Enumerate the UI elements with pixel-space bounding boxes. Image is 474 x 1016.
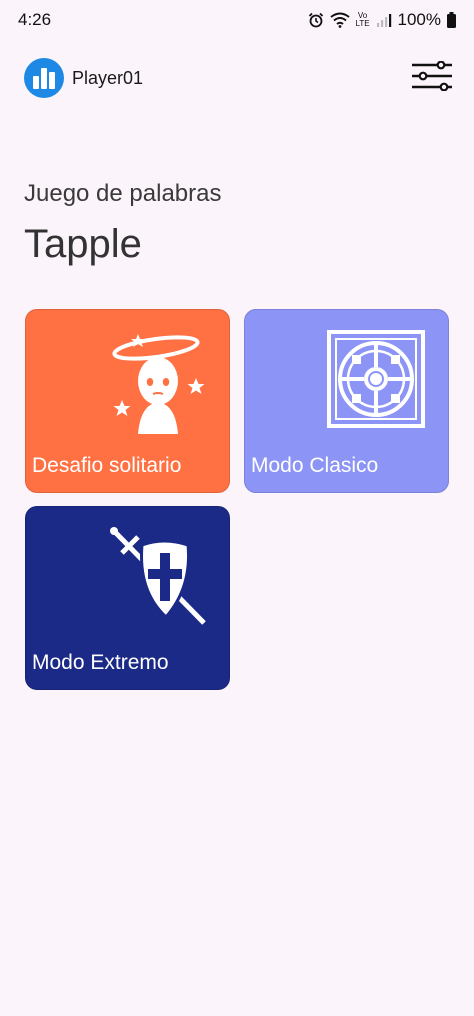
mode-card-modo-extremo[interactable]: Modo Extremo bbox=[25, 506, 230, 690]
mode-label: Modo Extremo bbox=[32, 651, 169, 674]
username: Player01 bbox=[72, 67, 144, 88]
signal-icon bbox=[376, 12, 392, 28]
settings-button[interactable] bbox=[410, 58, 454, 98]
mode-label: Desafio solitario bbox=[32, 454, 182, 477]
volte-icon: Vo LTE bbox=[355, 11, 370, 28]
battery-icon bbox=[447, 12, 456, 28]
status-bar: 4:26 Vo LTE 100% bbox=[0, 0, 474, 40]
page-title: Tapple bbox=[24, 222, 142, 266]
bar-chart-icon[interactable] bbox=[24, 58, 64, 98]
dizzy-head-icon bbox=[108, 326, 208, 441]
shield-sword-icon bbox=[108, 525, 208, 634]
app-header: Player01 bbox=[24, 57, 454, 99]
mode-card-modo-clasico[interactable]: Modo Clasico bbox=[244, 309, 449, 493]
mode-label: Modo Clasico bbox=[251, 454, 379, 477]
mode-card-desafio-solitario[interactable]: Desafio solitario bbox=[25, 309, 230, 493]
page-subtitle: Juego de palabras bbox=[24, 180, 222, 207]
board-icon bbox=[327, 330, 425, 433]
user-profile[interactable]: Player01 bbox=[24, 58, 143, 98]
battery-percent: 100% bbox=[397, 10, 441, 29]
alarm-icon bbox=[308, 12, 324, 28]
wifi-icon bbox=[329, 12, 350, 28]
sliders-icon bbox=[411, 60, 453, 96]
status-time: 4:26 bbox=[18, 10, 52, 29]
status-icons: Vo LTE 100% bbox=[308, 10, 456, 30]
